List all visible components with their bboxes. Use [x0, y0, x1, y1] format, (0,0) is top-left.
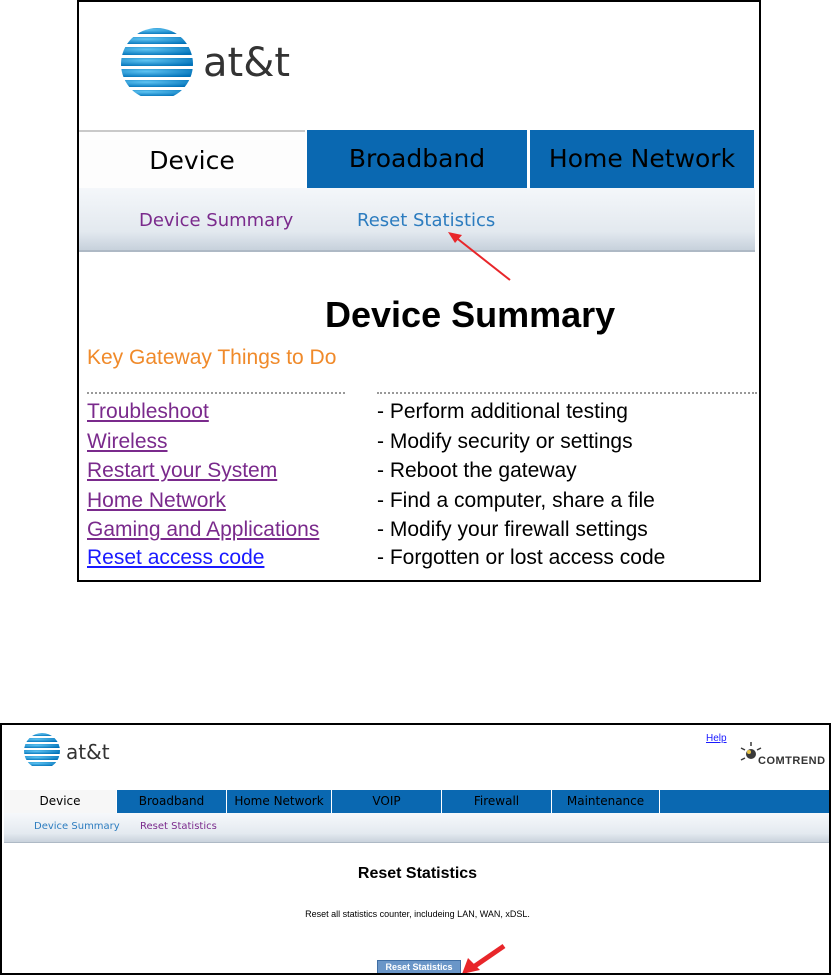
red-arrow-annotation — [448, 232, 511, 281]
comtrend-brand: COMTREND — [758, 755, 826, 767]
main-tab-bar: Device Broadband Home Network — [79, 130, 759, 188]
tab-broadband[interactable]: Broadband — [307, 130, 527, 188]
tab-maintenance[interactable]: Maintenance — [552, 790, 660, 813]
list-item-description: - Modify security or settings — [377, 430, 633, 453]
divider — [87, 392, 345, 394]
att-logo: at&t — [24, 733, 110, 769]
sub-navigation: Device Summary Reset Statistics — [4, 813, 829, 843]
list-item: Home Network - Find a computer, share a … — [79, 489, 759, 518]
list-item: Wireless - Modify security or settings — [79, 430, 759, 459]
list-item: Troubleshoot - Perform additional testin… — [79, 400, 759, 429]
list-item: Restart your System - Reboot the gateway — [79, 459, 759, 488]
subnav-reset-statistics[interactable]: Reset Statistics — [140, 821, 217, 832]
troubleshoot-link[interactable]: Troubleshoot — [87, 400, 209, 424]
list-item-description: - Find a computer, share a file — [377, 489, 655, 512]
help-link[interactable]: Help — [706, 733, 727, 744]
tab-home-network[interactable]: Home Network — [227, 790, 332, 813]
page-title: Reset Statistics — [357, 865, 478, 882]
subnav-device-summary[interactable]: Device Summary — [34, 821, 120, 832]
tab-device[interactable]: Device — [4, 790, 117, 813]
full-screenshot-panel: at&t Help COMTREND Device Broadband Home… — [0, 723, 831, 975]
section-subtitle: Key Gateway Things to Do — [87, 346, 337, 369]
tab-home-network[interactable]: Home Network — [530, 130, 754, 188]
red-arrow-annotation — [462, 943, 506, 973]
list-item-description: - Reboot the gateway — [377, 459, 577, 482]
main-tab-bar: Device Broadband Home Network VOIP Firew… — [4, 790, 829, 813]
svg-text:at&t: at&t — [66, 740, 110, 764]
sub-navigation: Device Summary Reset Statistics — [79, 188, 755, 252]
subnav-reset-statistics[interactable]: Reset Statistics — [357, 210, 495, 231]
divider — [377, 392, 757, 394]
gaming-applications-link[interactable]: Gaming and Applications — [87, 518, 319, 542]
list-item: Gaming and Applications - Modify your fi… — [79, 518, 759, 547]
page-description: Reset all statistics counter, includeing… — [305, 909, 530, 919]
page-title: Device Summary — [325, 294, 616, 335]
list-item-description: - Perform additional testing — [377, 400, 628, 423]
subnav-device-summary[interactable]: Device Summary — [139, 210, 293, 231]
list-item-description: - Forgotten or lost access code — [377, 546, 666, 569]
zoomed-screenshot-panel: at&t Device Broadband Home Network Devic… — [77, 0, 761, 582]
tab-broadband[interactable]: Broadband — [117, 790, 227, 813]
wireless-link[interactable]: Wireless — [87, 430, 168, 454]
svg-text:at&t: at&t — [203, 40, 290, 86]
tab-firewall[interactable]: Firewall — [442, 790, 552, 813]
tab-device[interactable]: Device — [79, 130, 305, 188]
restart-system-link[interactable]: Restart your System — [87, 459, 277, 483]
reset-access-code-link[interactable]: Reset access code — [87, 546, 264, 570]
att-logo: at&t — [121, 28, 290, 100]
tab-voip[interactable]: VOIP — [332, 790, 442, 813]
list-item-description: - Modify your firewall settings — [377, 518, 648, 541]
list-item: Reset access code - Forgotten or lost ac… — [79, 546, 759, 575]
home-network-link[interactable]: Home Network — [87, 489, 226, 513]
reset-statistics-button[interactable]: Reset Statistics — [377, 960, 461, 973]
